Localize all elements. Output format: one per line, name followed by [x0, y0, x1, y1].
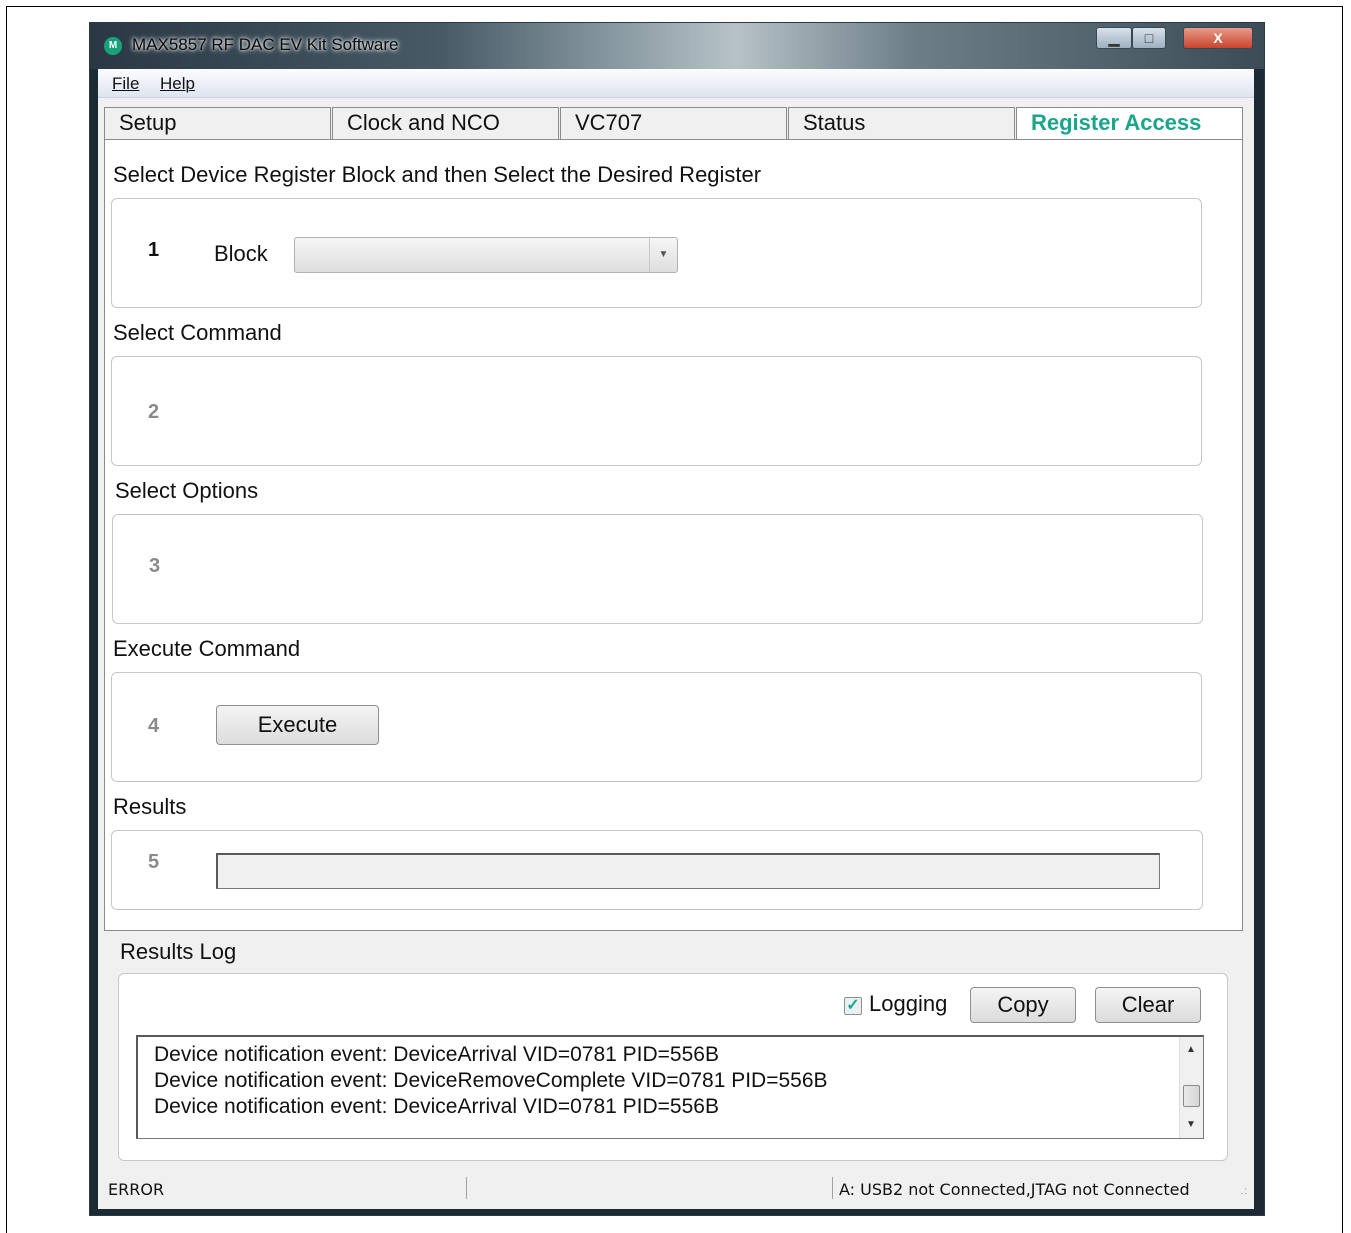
- block-dropdown[interactable]: ▼: [294, 237, 678, 273]
- tab-setup[interactable]: Setup: [104, 107, 331, 139]
- tab-status[interactable]: Status: [788, 107, 1015, 139]
- status-error: ERROR: [108, 1180, 165, 1199]
- status-separator: [466, 1177, 467, 1199]
- maxim-logo-icon: M: [104, 37, 122, 55]
- step4-group: 4 Execute: [111, 672, 1202, 782]
- execute-button[interactable]: Execute: [216, 705, 379, 745]
- step4-number: 4: [148, 715, 160, 737]
- step1-heading: Select Device Register Block and then Se…: [113, 162, 762, 187]
- log-line: Device notification event: DeviceArrival…: [154, 1095, 719, 1118]
- status-bar: ERROR A: USB2 not Connected,JTAG not Con…: [98, 1173, 1254, 1201]
- tab-register-access[interactable]: Register Access: [1016, 107, 1243, 141]
- close-button[interactable]: X: [1183, 27, 1253, 49]
- step5-group: 5: [111, 830, 1203, 910]
- step1-group: 1 Block ▼: [111, 198, 1202, 308]
- tab-strip: Setup Clock and NCO VC707 Status Registe…: [104, 107, 1244, 141]
- maximize-button[interactable]: □: [1132, 27, 1166, 49]
- step5-number: 5: [148, 851, 160, 873]
- step4-heading: Execute Command: [113, 636, 301, 661]
- log-line: Device notification event: DeviceArrival…: [154, 1043, 719, 1066]
- block-label: Block: [214, 241, 268, 266]
- app-window: M MAX5857 RF DAC EV Kit Software ▁ □ X F…: [89, 22, 1265, 1216]
- step3-number: 3: [149, 555, 161, 577]
- step3-group: 3: [112, 514, 1203, 624]
- resize-grip-icon[interactable]: .:: [1240, 1186, 1248, 1197]
- tab-vc707[interactable]: VC707: [560, 107, 787, 139]
- chevron-down-icon[interactable]: ▼: [649, 238, 677, 272]
- window-title: MAX5857 RF DAC EV Kit Software: [132, 35, 399, 54]
- scroll-up-icon[interactable]: ▲: [1180, 1039, 1202, 1061]
- menu-help[interactable]: Help: [160, 74, 195, 94]
- tab-clock-and-nco[interactable]: Clock and NCO: [332, 107, 559, 139]
- log-line: Device notification event: DeviceRemoveC…: [154, 1069, 828, 1092]
- minimize-button[interactable]: ▁: [1096, 27, 1132, 49]
- menu-file[interactable]: File: [112, 74, 139, 94]
- step5-heading: Results: [113, 794, 187, 819]
- scroll-down-icon[interactable]: ▼: [1180, 1114, 1202, 1136]
- logging-checkbox[interactable]: ✓: [844, 997, 862, 1015]
- step2-number: 2: [148, 401, 160, 423]
- title-bar[interactable]: M MAX5857 RF DAC EV Kit Software ▁ □ X: [90, 23, 1264, 69]
- step2-group: 2: [111, 356, 1202, 466]
- results-log-textarea[interactable]: Device notification event: DeviceArrival…: [136, 1035, 1204, 1139]
- client-area: File Help Setup Clock and NCO VC707 Stat…: [98, 69, 1254, 1209]
- register-access-panel: Select Device Register Block and then Se…: [104, 139, 1243, 931]
- results-field[interactable]: [216, 853, 1160, 889]
- status-connection: A: USB2 not Connected,JTAG not Connected: [839, 1180, 1190, 1199]
- logging-label: Logging: [869, 991, 948, 1016]
- results-log-heading: Results Log: [120, 939, 237, 964]
- menu-bar: File Help: [98, 69, 1254, 98]
- copy-button[interactable]: Copy: [970, 987, 1076, 1023]
- step1-number: 1: [148, 239, 160, 261]
- log-scrollbar[interactable]: ▲ ▼: [1179, 1037, 1203, 1138]
- step3-heading: Select Options: [115, 478, 259, 503]
- step2-heading: Select Command: [113, 320, 282, 345]
- scroll-thumb[interactable]: [1183, 1085, 1200, 1107]
- clear-button[interactable]: Clear: [1095, 987, 1201, 1023]
- status-separator: [832, 1177, 833, 1199]
